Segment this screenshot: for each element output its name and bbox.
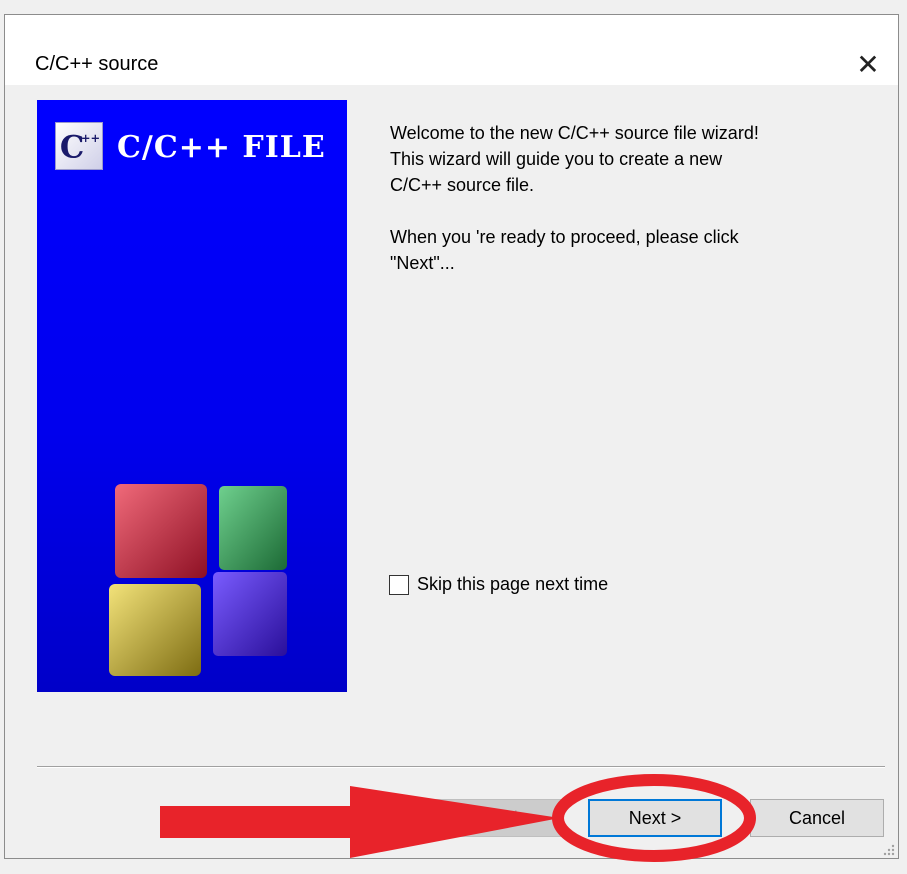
- close-button[interactable]: ✕: [838, 43, 898, 85]
- back-button-label: < Back: [467, 807, 523, 828]
- cpp-file-logo-icon: C ++: [55, 122, 103, 170]
- next-button-label: Next >: [628, 807, 682, 828]
- welcome-line: This wizard will guide you to create a n…: [390, 149, 723, 169]
- welcome-line: Welcome to the new C/C++ source file wiz…: [390, 123, 759, 143]
- window-title: C/C++ source: [35, 53, 159, 75]
- wizard-window: C/C++ source ✕ C ++ C/C++ FILE Welcome t…: [0, 0, 907, 874]
- footer-separator: [37, 766, 885, 768]
- proceed-line: When you 're ready to proceed, please cl…: [390, 227, 739, 247]
- resize-grip-icon[interactable]: [881, 842, 895, 856]
- welcome-line: C/C++ source file.: [390, 175, 535, 195]
- skip-page-label: Skip this page next time: [417, 574, 609, 594]
- close-icon: ✕: [856, 48, 880, 80]
- skip-page-option[interactable]: Skip this page next time: [389, 574, 608, 595]
- svg-text:++: ++: [81, 131, 100, 145]
- banner-title: C/C++ FILE: [117, 130, 326, 165]
- cancel-button[interactable]: Cancel: [750, 799, 884, 837]
- cubes-logo-icon: [109, 484, 287, 676]
- proceed-line: "Next"...: [390, 253, 455, 273]
- welcome-text: Welcome to the new C/C++ source file wiz…: [390, 120, 880, 276]
- title-bar: C/C++ source ✕: [5, 15, 898, 85]
- back-button[interactable]: < Back: [428, 799, 562, 837]
- wizard-banner: C ++ C/C++ FILE: [37, 100, 347, 692]
- skip-page-checkbox[interactable]: [389, 574, 409, 595]
- next-button[interactable]: Next >: [588, 799, 722, 837]
- cancel-button-label: Cancel: [788, 807, 846, 828]
